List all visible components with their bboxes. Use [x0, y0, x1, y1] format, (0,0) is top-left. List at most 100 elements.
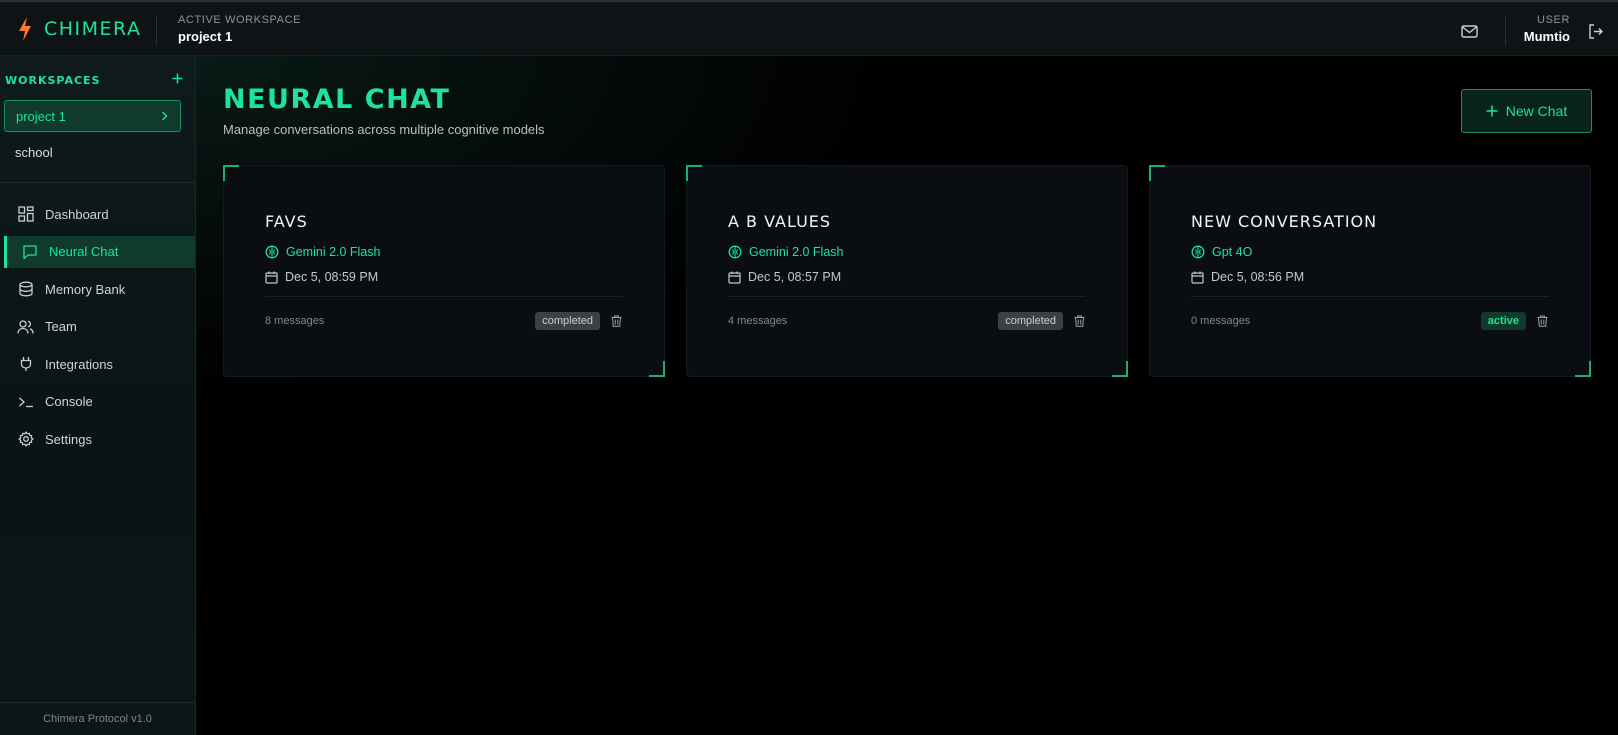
- chat-model: Gemini 2.0 Flash: [728, 245, 1086, 259]
- main-content: NEURAL CHAT Manage conversations across …: [196, 56, 1618, 735]
- card-corner-accent: [686, 165, 702, 181]
- sidebar-item-label: Memory Bank: [45, 281, 126, 297]
- card-corner-accent: [223, 165, 239, 181]
- card-corner-accent: [1149, 165, 1165, 181]
- plus-icon: [172, 73, 182, 84]
- bolt-icon: [19, 17, 31, 41]
- logout-icon: [1588, 23, 1603, 39]
- sidebar-nav: Dashboard Neural Chat Memory Bank Team I…: [0, 198, 195, 461]
- sidebar-item-team[interactable]: Team: [0, 311, 195, 343]
- chat-title: A B VALUES: [728, 212, 832, 231]
- trash-icon: [611, 315, 621, 327]
- user-info: USER Mumtio: [1524, 14, 1570, 44]
- chat-card[interactable]: FAVS Gemini 2.0 Flash Dec 5, 08:59 PM 8 …: [223, 165, 665, 377]
- card-actions: completed: [535, 312, 623, 330]
- sidebar-footer: Chimera Protocol v1.0: [0, 702, 195, 735]
- mail-button[interactable]: [1458, 20, 1480, 42]
- message-icon: [21, 243, 38, 260]
- chat-card[interactable]: NEW CONVERSATION Gpt 4O Dec 5, 08:56 PM …: [1149, 165, 1591, 377]
- page-title: NEURAL CHAT: [223, 84, 451, 115]
- sidebar-item-console[interactable]: Console: [0, 386, 195, 418]
- brand-logo[interactable]: CHIMERA: [16, 16, 141, 42]
- database-icon: [17, 281, 34, 298]
- plus-icon: [1486, 105, 1498, 117]
- workspace-item-school[interactable]: school: [4, 136, 181, 168]
- sidebar-item-label: Neural Chat: [49, 244, 119, 259]
- message-count: 0 messages: [1191, 315, 1251, 327]
- message-count: 4 messages: [728, 315, 788, 327]
- sidebar-item-label: Dashboard: [45, 206, 109, 222]
- sidebar-item-label: Team: [45, 319, 77, 334]
- card-corner-accent: [649, 361, 665, 377]
- users-icon: [17, 318, 34, 335]
- new-chat-label: New Chat: [1505, 103, 1568, 119]
- brain-icon: [728, 245, 742, 259]
- logout-button[interactable]: [1584, 20, 1606, 42]
- sidebar-item-label: Integrations: [45, 356, 113, 372]
- sidebar-item-label: Console: [45, 394, 93, 409]
- delete-chat-button[interactable]: [1535, 314, 1549, 328]
- calendar-icon: [728, 271, 741, 284]
- sidebar-item-memory-bank[interactable]: Memory Bank: [0, 273, 195, 305]
- status-badge: completed: [535, 312, 600, 330]
- workspace-item-label: project 1: [16, 108, 66, 124]
- sidebar: WORKSPACES project 1 school Dashboard Ne…: [0, 56, 196, 735]
- workspaces-title: WORKSPACES: [5, 73, 101, 87]
- delete-chat-button[interactable]: [1072, 314, 1086, 328]
- card-actions: active: [1480, 312, 1549, 330]
- version-label: Chimera Protocol v1.0: [43, 713, 152, 725]
- card-footer: 0 messages active: [1191, 312, 1549, 330]
- mail-icon: [1460, 24, 1478, 38]
- sidebar-item-label: Settings: [45, 431, 92, 447]
- chevron-right-icon: [162, 111, 168, 121]
- trash-icon: [1537, 315, 1547, 327]
- chat-model-label: Gemini 2.0 Flash: [286, 245, 381, 259]
- new-chat-button[interactable]: New Chat: [1461, 89, 1592, 133]
- chat-date: Dec 5, 08:56 PM: [1191, 270, 1549, 284]
- sidebar-item-dashboard[interactable]: Dashboard: [0, 198, 195, 230]
- workspace-item-label: school: [15, 144, 53, 160]
- sidebar-item-settings[interactable]: Settings: [0, 423, 195, 455]
- active-workspace-caption: ACTIVE WORKSPACE: [178, 14, 302, 26]
- trash-icon: [1074, 315, 1084, 327]
- delete-chat-button[interactable]: [609, 314, 623, 328]
- chat-title: NEW CONVERSATION: [1191, 212, 1378, 231]
- chat-card[interactable]: A B VALUES Gemini 2.0 Flash Dec 5, 08:57…: [686, 165, 1128, 377]
- sidebar-item-integrations[interactable]: Integrations: [0, 348, 195, 380]
- chat-model-label: Gpt 4O: [1212, 245, 1253, 259]
- calendar-icon: [1191, 271, 1204, 284]
- workspace-item-project-1[interactable]: project 1: [4, 100, 181, 132]
- card-divider: [728, 296, 1086, 297]
- chat-model: Gpt 4O: [1191, 245, 1549, 259]
- card-actions: completed: [998, 312, 1086, 330]
- card-corner-accent: [1112, 361, 1128, 377]
- chat-date: Dec 5, 08:59 PM: [265, 270, 623, 284]
- status-badge: completed: [998, 312, 1063, 330]
- user-caption: USER: [1537, 14, 1570, 26]
- header-divider: [156, 16, 157, 46]
- brain-icon: [265, 245, 279, 259]
- chat-date-label: Dec 5, 08:59 PM: [285, 270, 379, 284]
- card-footer: 4 messages completed: [728, 312, 1086, 330]
- user-name: Mumtio: [1523, 29, 1570, 44]
- chat-date-label: Dec 5, 08:57 PM: [748, 270, 842, 284]
- message-count: 8 messages: [265, 315, 325, 327]
- add-workspace-button[interactable]: [169, 72, 185, 88]
- chat-date-label: Dec 5, 08:56 PM: [1211, 270, 1305, 284]
- status-badge: active: [1480, 312, 1526, 330]
- chat-title: FAVS: [265, 212, 308, 231]
- card-corner-accent: [1575, 361, 1591, 377]
- header-divider-right: [1505, 16, 1506, 46]
- chat-date: Dec 5, 08:57 PM: [728, 270, 1086, 284]
- card-divider: [265, 296, 623, 297]
- sidebar-item-neural-chat[interactable]: Neural Chat: [4, 235, 195, 268]
- gear-icon: [17, 431, 34, 448]
- chat-model: Gemini 2.0 Flash: [265, 245, 623, 259]
- sidebar-divider: [0, 182, 195, 183]
- card-divider: [1191, 296, 1549, 297]
- chat-model-label: Gemini 2.0 Flash: [749, 245, 844, 259]
- active-workspace: ACTIVE WORKSPACE project 1: [178, 14, 301, 44]
- active-workspace-name: project 1: [178, 29, 233, 44]
- grid-icon: [17, 206, 34, 223]
- workspaces-header: WORKSPACES: [5, 72, 185, 88]
